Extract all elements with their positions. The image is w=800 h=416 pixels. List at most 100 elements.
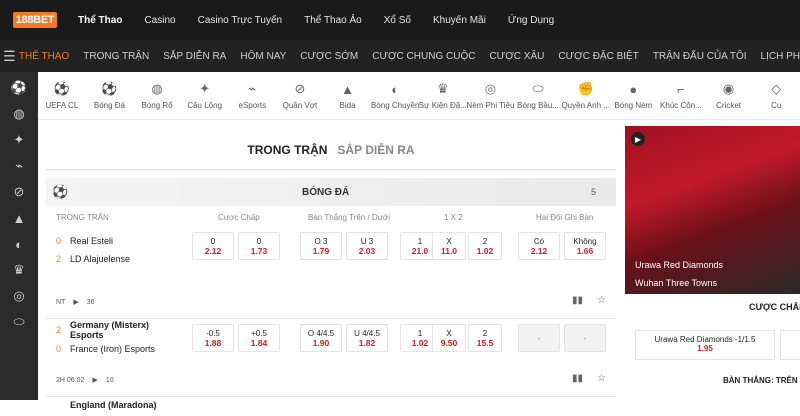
sport-item[interactable]: ⊘ Quần Vợt	[276, 72, 324, 119]
billiards-icon[interactable]: ▲	[11, 210, 27, 226]
subnav-tran-dau-cua-toi[interactable]: TRẬN ĐẤU CỦA TÔI	[653, 51, 747, 62]
sub-navigation-bar: ☰ THỂ THAO TRONG TRẬN SẮP DIỄN RA HÔM NA…	[0, 40, 800, 72]
live-video[interactable]: ▶ Urawa Red Diamonds Wuhan Three Towns	[625, 126, 800, 294]
sport-item[interactable]: ✊ Quyền Anh ...	[562, 72, 610, 119]
odds-button[interactable]: 0 1.73	[238, 232, 280, 260]
star-icon[interactable]: ☆	[597, 373, 606, 384]
panel-odds-button[interactable]	[780, 330, 800, 360]
sport-item[interactable]: ◍ Bóng Rổ	[133, 72, 181, 119]
sport-item[interactable]: ⬭ Bóng Bầu...	[514, 72, 562, 119]
market-count[interactable]: 36	[87, 299, 95, 306]
away-team[interactable]: 0 France (Iron) Esports	[56, 344, 155, 354]
sport-item[interactable]: ● Bóng Ném	[610, 72, 658, 119]
basketball-icon[interactable]: ◍	[11, 106, 27, 122]
soccer-icon[interactable]: ⚽	[11, 80, 27, 96]
star-icon[interactable]: ☆	[597, 295, 606, 306]
odds-button[interactable]: Có 2.12	[518, 232, 560, 260]
match-time: 2H 06:02	[56, 376, 85, 384]
sport-label: Cricket	[716, 101, 741, 110]
sport-item[interactable]: ▲ Bida	[324, 72, 372, 119]
sport-item[interactable]: ⌁ eSports	[229, 72, 277, 119]
match-meta-row: 2H 06:02 ▶ 10 ▮▮ ☆	[46, 370, 616, 396]
odds-button[interactable]: X 11.0	[432, 232, 466, 260]
subnav-the-thao[interactable]: THỂ THAO	[19, 51, 69, 62]
subnav-cuoc-xau[interactable]: CƯỢC XÂU	[489, 51, 544, 62]
away-team[interactable]: 2 LD Alajuelense	[56, 254, 130, 264]
topnav-casino[interactable]: Casino	[144, 15, 175, 26]
sport-item[interactable]: ✦ Cầu Lông	[181, 72, 229, 119]
odds-button[interactable]: O 3 1.79	[300, 232, 342, 260]
sport-item[interactable]: ◇ Cu	[752, 72, 800, 119]
odds-button[interactable]: -0.5 1.88	[192, 324, 234, 352]
match-row: England (Maradona)	[46, 396, 616, 416]
odds-button[interactable]: Không 1.66	[564, 232, 606, 260]
league-header[interactable]: ⚽ BÓNG ĐÁ 5	[46, 178, 616, 206]
odds-button[interactable]: X 9.50	[432, 324, 466, 352]
topnav-casino-truc-tuyen[interactable]: Casino Trực Tuyến	[198, 15, 283, 26]
sub-nav: THỂ THAO TRONG TRẬN SẮP DIỄN RA HÔM NAY …	[19, 51, 800, 62]
odds-button[interactable]: O 4/4.5 1.90	[300, 324, 342, 352]
topnav-xo-so[interactable]: Xổ Số	[384, 15, 411, 26]
odds-line: 0	[210, 236, 216, 246]
odds-value: 1.79	[312, 245, 330, 256]
col-handicap: Cược Chấp	[218, 212, 260, 222]
subnav-cuoc-som[interactable]: CƯỢC SỚM	[300, 51, 358, 62]
home-team[interactable]: 2 Germany (Misterx) Esports	[56, 320, 176, 340]
subnav-trong-tran[interactable]: TRONG TRẬN	[83, 51, 149, 62]
sport-label: Bóng Rổ	[141, 101, 173, 110]
odds-button[interactable]: U 3 2.03	[346, 232, 388, 260]
home-team[interactable]: England (Maradona)	[56, 400, 157, 410]
odds-button[interactable]: 2 1.02	[468, 232, 502, 260]
sport-item[interactable]: ⌐ Khúc Côn...	[657, 72, 705, 119]
darts-icon: ◎	[484, 81, 497, 96]
subnav-hom-nay[interactable]: HÔM NAY	[240, 51, 286, 62]
odds-line: Có	[533, 236, 545, 246]
topnav-ung-dung[interactable]: Ứng Dụng	[508, 15, 554, 26]
sport-item[interactable]: ⚽ UEFA CL	[38, 72, 86, 119]
odds-button[interactable]: 0 2.12	[192, 232, 234, 260]
tab-live[interactable]: TRONG TRẬN	[247, 143, 327, 157]
home-team[interactable]: 0 Real Esteli	[56, 236, 113, 246]
odds-button[interactable]: U 4/4.5 1.82	[346, 324, 388, 352]
sport-item[interactable]: ⚽ Bóng Đá	[86, 72, 134, 119]
sport-sidebar: ⚽ ◍ ✦ ⌁ ⊘ ▲ ◐ ♛ ◎ ⬭	[0, 72, 38, 400]
sport-item[interactable]: ◎ Ném Phi Tiêu	[467, 72, 515, 119]
sport-label: Sự Kiện Đặ...	[419, 101, 467, 110]
odds-button-locked: -	[518, 324, 560, 352]
play-icon[interactable]: ▶	[92, 376, 97, 384]
darts-icon[interactable]: ◎	[11, 288, 27, 304]
subnav-lich-phat-song[interactable]: LỊCH PH	[761, 51, 800, 62]
play-icon[interactable]: ▶	[73, 298, 78, 306]
panel-section-goals: BÀN THẮNG: TRÊN	[723, 376, 798, 385]
topnav-the-thao-ao[interactable]: Thể Thao Ảo	[304, 15, 362, 26]
rugby-icon[interactable]: ⬭	[11, 314, 27, 330]
subnav-cuoc-dac-biet[interactable]: CƯỢC ĐẶC BIỆT	[558, 51, 638, 62]
hamburger-menu-icon[interactable]: ☰	[0, 40, 19, 72]
tennis-icon[interactable]: ⊘	[11, 184, 27, 200]
market-count[interactable]: 10	[106, 377, 114, 384]
sport-label: Ném Phi Tiêu	[466, 101, 515, 110]
play-icon[interactable]: ▶	[631, 132, 645, 146]
volleyball-icon[interactable]: ◐	[11, 236, 27, 252]
odds-button[interactable]: 2 15.5	[468, 324, 502, 352]
tab-upcoming[interactable]: SẮP DIỄN RA	[337, 143, 414, 157]
panel-odds-button[interactable]: Urawa Red Diamonds -1/1.5 1.95	[635, 330, 775, 360]
odds-button[interactable]: +0.5 1.84	[238, 324, 280, 352]
sport-item[interactable]: ◐ Bóng Chuyền	[371, 72, 419, 119]
away-score: 2	[56, 254, 62, 264]
subnav-sap-dien-ra[interactable]: SẮP DIỄN RA	[163, 51, 226, 62]
subnav-cuoc-chung-cuoc[interactable]: CƯỢC CHUNG CUỘC	[372, 51, 475, 62]
topnav-the-thao[interactable]: Thể Thao	[78, 15, 122, 26]
stats-icon[interactable]: ▮▮	[572, 373, 583, 384]
sport-item[interactable]: ◉ Cricket	[705, 72, 753, 119]
shuttlecock-icon[interactable]: ✦	[11, 132, 27, 148]
away-team-name: LD Alajuelense	[70, 254, 131, 264]
topnav-khuyen-mai[interactable]: Khuyến Mãi	[433, 15, 486, 26]
sport-item[interactable]: ♛ Sự Kiện Đặ...	[419, 72, 467, 119]
stats-icon[interactable]: ▮▮	[572, 295, 583, 306]
brand-logo[interactable]: 188BET	[10, 0, 60, 40]
trophy-icon[interactable]: ♛	[11, 262, 27, 278]
esports-icon[interactable]: ⌁	[11, 158, 27, 174]
odds-line: 1	[417, 328, 423, 338]
trophy-icon: ♛	[436, 81, 449, 96]
